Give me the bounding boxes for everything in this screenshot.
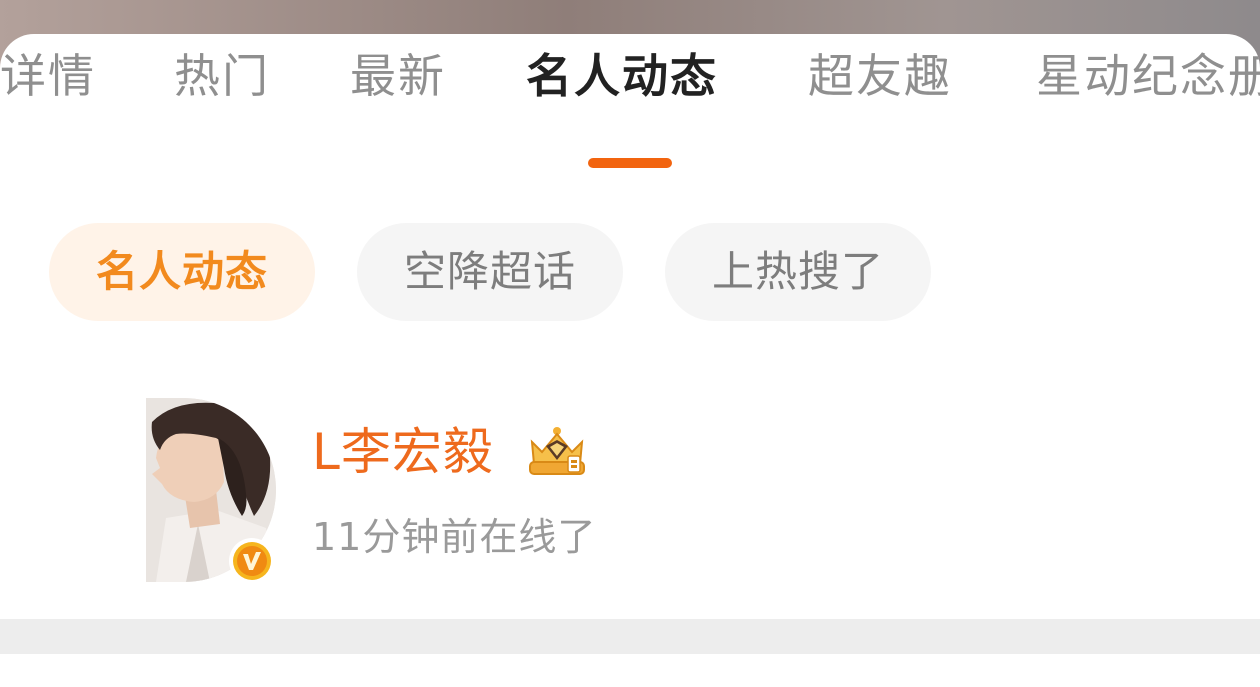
chip-celebrity-updates[interactable]: 名人动态 xyxy=(49,223,315,321)
username[interactable]: L李宏毅 xyxy=(312,420,494,484)
section-divider xyxy=(0,619,1260,654)
tab-latest[interactable]: 最新 xyxy=(350,46,446,106)
crown-icon xyxy=(529,427,585,475)
tab-celebrity-updates[interactable]: 名人动态 xyxy=(526,46,718,106)
tab-bar: 详情 热门 最新 名人动态 超友趣 星动纪念册 xyxy=(0,34,1260,124)
active-tab-indicator xyxy=(588,158,672,168)
tab-hot[interactable]: 热门 xyxy=(174,46,270,106)
chip-trending[interactable]: 上热搜了 xyxy=(665,223,931,321)
online-status: 11分钟前在线了 xyxy=(312,515,597,559)
content-sheet: 详情 热门 最新 名人动态 超友趣 星动纪念册 名人动态 空降超话 上热搜了 L… xyxy=(0,34,1260,687)
verified-v-icon xyxy=(229,538,275,584)
tab-super-fun[interactable]: 超友趣 xyxy=(808,46,952,106)
tab-details[interactable]: 详情 xyxy=(0,46,96,106)
tab-star-memorial[interactable]: 星动纪念册 xyxy=(1036,46,1260,106)
chip-airdrop-super-topic[interactable]: 空降超话 xyxy=(357,223,623,321)
